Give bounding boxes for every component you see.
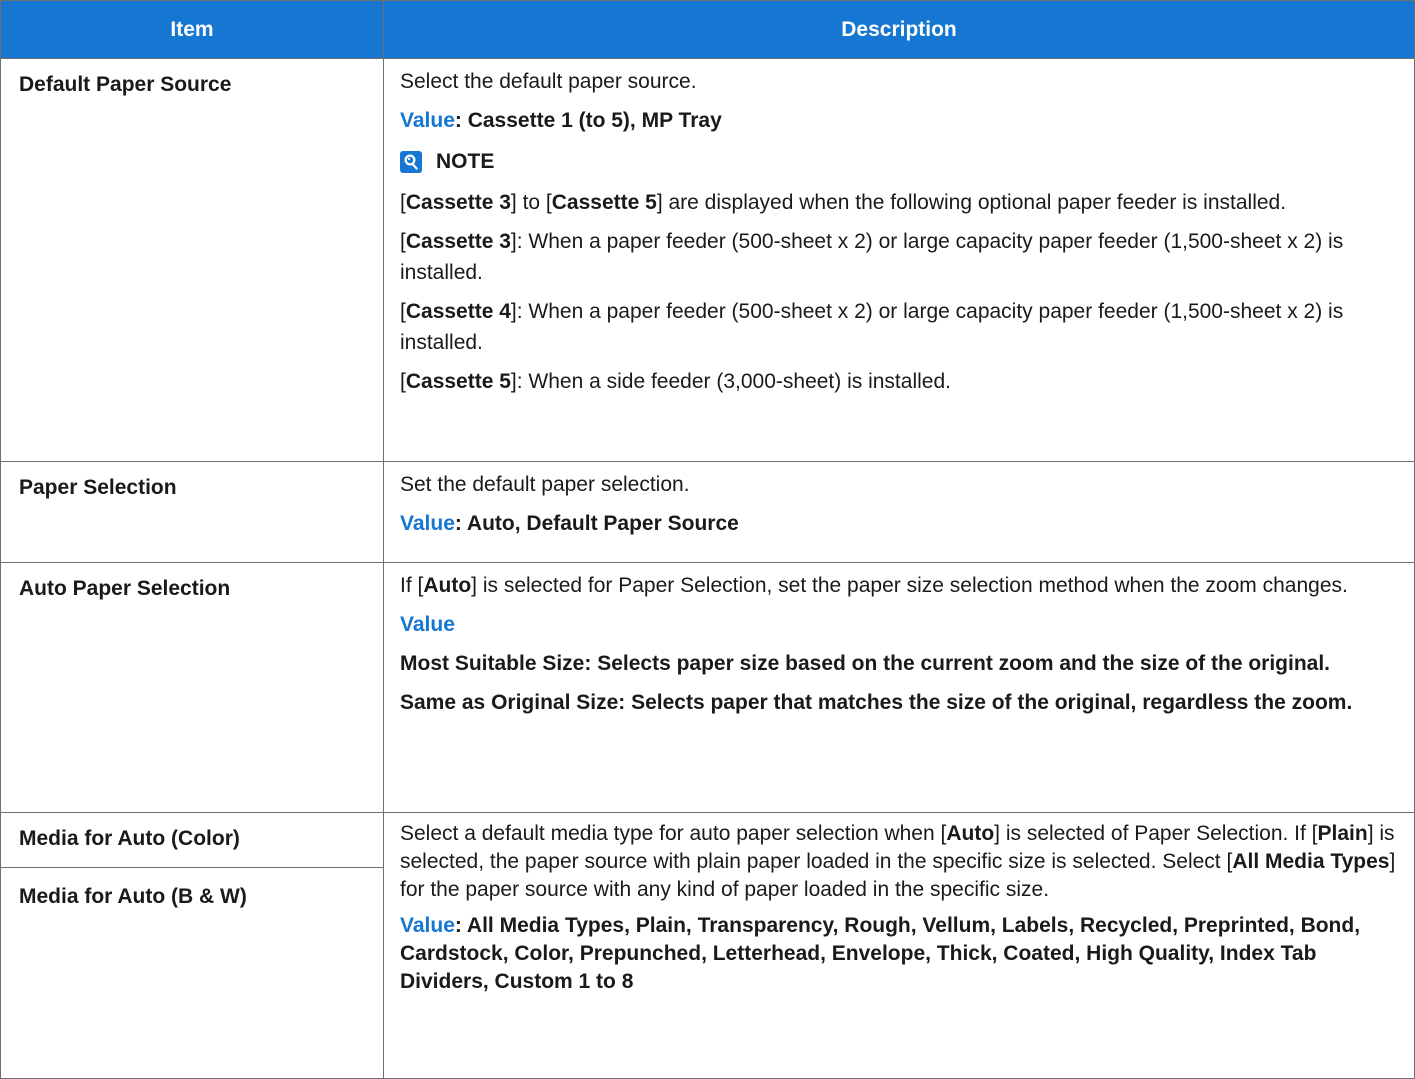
item-media-for-auto: Media for Auto (Color) Media for Auto (B…: [0, 812, 384, 1079]
value-label: Value: [400, 512, 455, 535]
settings-table: Item Description Default Paper Source Se…: [0, 0, 1415, 1079]
description-text: Select the default paper source.: [400, 70, 697, 93]
value-label: Value: [400, 109, 455, 132]
value-option: Same as Original Size: Selects paper tha…: [400, 691, 1353, 714]
item-media-for-auto-color: Media for Auto (Color): [1, 813, 383, 868]
note-heading: NOTE: [400, 146, 1398, 177]
description-media-for-auto: Select a default media type for auto pap…: [383, 812, 1415, 1079]
value-line: Value: All Media Types, Plain, Transpare…: [400, 912, 1398, 996]
header-description: Description: [383, 0, 1415, 59]
table-row: Media for Auto (Color) Media for Auto (B…: [0, 812, 1415, 1079]
description-auto-paper-selection: If [Auto] is selected for Paper Selectio…: [383, 562, 1415, 813]
value-text: : Auto, Default Paper Source: [454, 512, 739, 535]
table-row: Paper Selection Set the default paper se…: [0, 461, 1415, 563]
note-lightbulb-icon: [400, 150, 422, 173]
table-header-row: Item Description: [0, 0, 1415, 59]
table-row: Default Paper Source Select the default …: [0, 58, 1415, 462]
item-default-paper-source: Default Paper Source: [0, 58, 384, 462]
description-default-paper-source: Select the default paper source. Value: …: [383, 58, 1415, 462]
note-text: [Cassette 5]: When a side feeder (3,000-…: [400, 370, 951, 393]
table-row: Auto Paper Selection If [Auto] is select…: [0, 562, 1415, 813]
description-text: Select a default media type for auto pap…: [400, 822, 1396, 901]
value-line: Value: Cassette 1 (to 5), MP Tray: [400, 105, 1398, 136]
value-label: Value: [400, 613, 455, 636]
value-line: Value: Auto, Default Paper Source: [400, 508, 1398, 539]
item-auto-paper-selection: Auto Paper Selection: [0, 562, 384, 813]
note-text: [Cassette 3] to [Cassette 5] are display…: [400, 191, 1287, 214]
value-text: : All Media Types, Plain, Transparency, …: [400, 914, 1361, 993]
header-item: Item: [0, 0, 384, 59]
description-paper-selection: Set the default paper selection. Value: …: [383, 461, 1415, 563]
value-label: Value: [400, 914, 455, 937]
value-line: Value: [400, 609, 1398, 640]
note-label: NOTE: [436, 150, 495, 173]
item-paper-selection: Paper Selection: [0, 461, 384, 563]
note-text: [Cassette 3]: When a paper feeder (500-s…: [400, 230, 1344, 284]
item-media-for-auto-bw: Media for Auto (B & W): [19, 885, 247, 908]
note-text: [Cassette 4]: When a paper feeder (500-s…: [400, 300, 1344, 354]
value-option: Most Suitable Size: Selects paper size b…: [400, 652, 1331, 675]
value-text: : Cassette 1 (to 5), MP Tray: [454, 109, 722, 132]
description-text: Set the default paper selection.: [400, 473, 690, 496]
description-text: If [Auto] is selected for Paper Selectio…: [400, 574, 1348, 597]
